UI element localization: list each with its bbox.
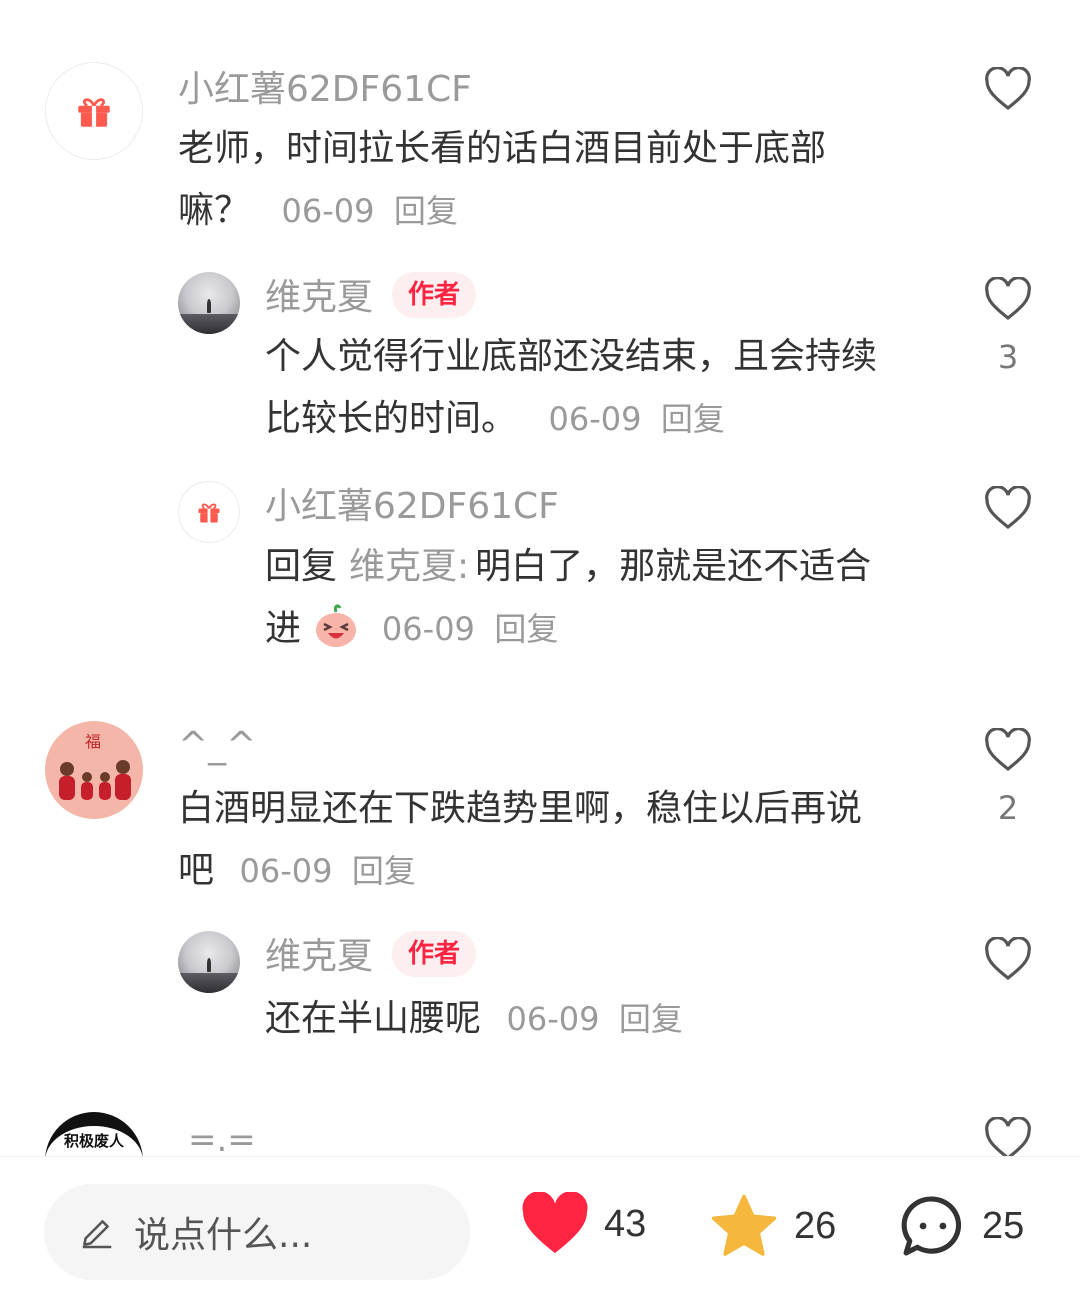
comment-input[interactable]: 说点什么... xyxy=(44,1184,470,1280)
reply-text-line: 比较长的时间。 xyxy=(265,398,518,439)
pencil-icon xyxy=(82,1220,112,1249)
heart-icon[interactable] xyxy=(984,1117,1032,1156)
family-illustration-icon: 福 xyxy=(59,732,131,800)
gift-icon xyxy=(198,503,220,523)
star-icon xyxy=(711,1194,777,1256)
collect-total: 26 xyxy=(794,1204,837,1247)
heart-filled-icon xyxy=(522,1192,588,1254)
like-total: 43 xyxy=(604,1202,647,1245)
comment-text-line: 嘛？ xyxy=(178,190,251,231)
reply-text: 个人觉得行业底部还没结束，且会持续 xyxy=(265,326,877,388)
heart-icon[interactable] xyxy=(984,486,1032,530)
reply-username[interactable]: 维克夏 xyxy=(265,278,373,318)
laughing-emoji-icon xyxy=(316,604,357,647)
comment-text-cont: 嘛？ 06-09 回复 xyxy=(178,180,458,242)
like-count: 3 xyxy=(997,338,1019,376)
reply-text-line: 还在半山腰呢 xyxy=(265,998,482,1039)
avatar[interactable] xyxy=(178,481,240,543)
reply-username[interactable]: 维克夏 xyxy=(265,937,373,977)
reply-text-line: 明白了，那就是还不适合 xyxy=(475,546,872,587)
svg-text:福: 福 xyxy=(85,732,101,751)
comment-username[interactable]: ^_^ xyxy=(178,726,256,766)
reply-text-cont: 进 06-09 回复 xyxy=(265,598,558,660)
reply-text: 回复 维克夏: 明白了，那就是还不适合 xyxy=(265,536,871,598)
gift-icon xyxy=(78,98,110,127)
chat-bubble-icon xyxy=(901,1196,962,1256)
reply-button[interactable]: 回复 xyxy=(619,1000,683,1038)
reply-username[interactable]: 小红薯62DF61CF xyxy=(265,487,559,527)
author-badge: 作者 xyxy=(392,272,477,318)
avatar[interactable]: 积极废人 xyxy=(45,1112,143,1156)
like-stat[interactable]: 43 xyxy=(520,1192,646,1256)
heart-icon[interactable] xyxy=(984,67,1032,111)
reply-button[interactable]: 回复 xyxy=(661,400,725,438)
comment-date: 06-09 xyxy=(281,192,375,230)
avatar[interactable] xyxy=(45,62,143,160)
comment-date: 06-09 xyxy=(239,852,333,890)
avatar-text: 积极废人 xyxy=(63,1132,124,1150)
comment-stat[interactable]: 25 xyxy=(898,1192,1024,1260)
reply-button[interactable]: 回复 xyxy=(394,192,458,230)
reply-text-cont: 比较长的时间。 06-09 回复 xyxy=(265,388,725,450)
heart-icon[interactable] xyxy=(984,728,1032,772)
avatar[interactable] xyxy=(178,272,240,334)
reply-to-username[interactable]: 维克夏: xyxy=(349,546,469,587)
reply-text: 还在半山腰呢 06-09 回复 xyxy=(265,988,683,1050)
avatar[interactable]: 福 xyxy=(45,721,143,819)
reply-text-line: 个人觉得行业底部还没结束，且会持续 xyxy=(265,336,878,377)
heart-icon[interactable] xyxy=(984,277,1032,321)
reply-date: 06-09 xyxy=(506,1000,600,1038)
comment-username[interactable]: =.= xyxy=(188,1120,256,1160)
comment-text: 白酒明显还在下跌趋势里啊，稳住以后再说 xyxy=(178,778,862,840)
bottom-bar: 说点什么... 43 26 25 xyxy=(0,1156,1080,1305)
comment-text-cont: 吧 06-09 回复 xyxy=(178,840,416,902)
reply-text-line: 进 xyxy=(265,608,302,649)
like-count: 2 xyxy=(997,789,1019,827)
comment-text: 老师，时间拉长看的话白酒目前处于底部 xyxy=(178,118,826,180)
heart-icon[interactable] xyxy=(984,937,1032,981)
avatar[interactable] xyxy=(178,931,240,993)
reply-date: 06-09 xyxy=(381,610,475,648)
reply-prefix: 回复 xyxy=(265,546,338,587)
comment-total: 25 xyxy=(982,1204,1025,1247)
comment-username[interactable]: 小红薯62DF61CF xyxy=(178,70,472,110)
comment-text-line: 白酒明显还在下跌趋势里啊，稳住以后再说 xyxy=(178,788,863,829)
comment-text-line: 老师，时间拉长看的话白酒目前处于底部 xyxy=(178,128,827,169)
reply-button[interactable]: 回复 xyxy=(352,852,416,890)
author-badge: 作者 xyxy=(392,931,477,977)
reply-date: 06-09 xyxy=(548,400,642,438)
reply-button[interactable]: 回复 xyxy=(494,610,558,648)
comment-text-line: 吧 xyxy=(178,850,215,891)
input-placeholder: 说点什么... xyxy=(134,1215,313,1256)
collect-stat[interactable]: 26 xyxy=(708,1192,836,1260)
